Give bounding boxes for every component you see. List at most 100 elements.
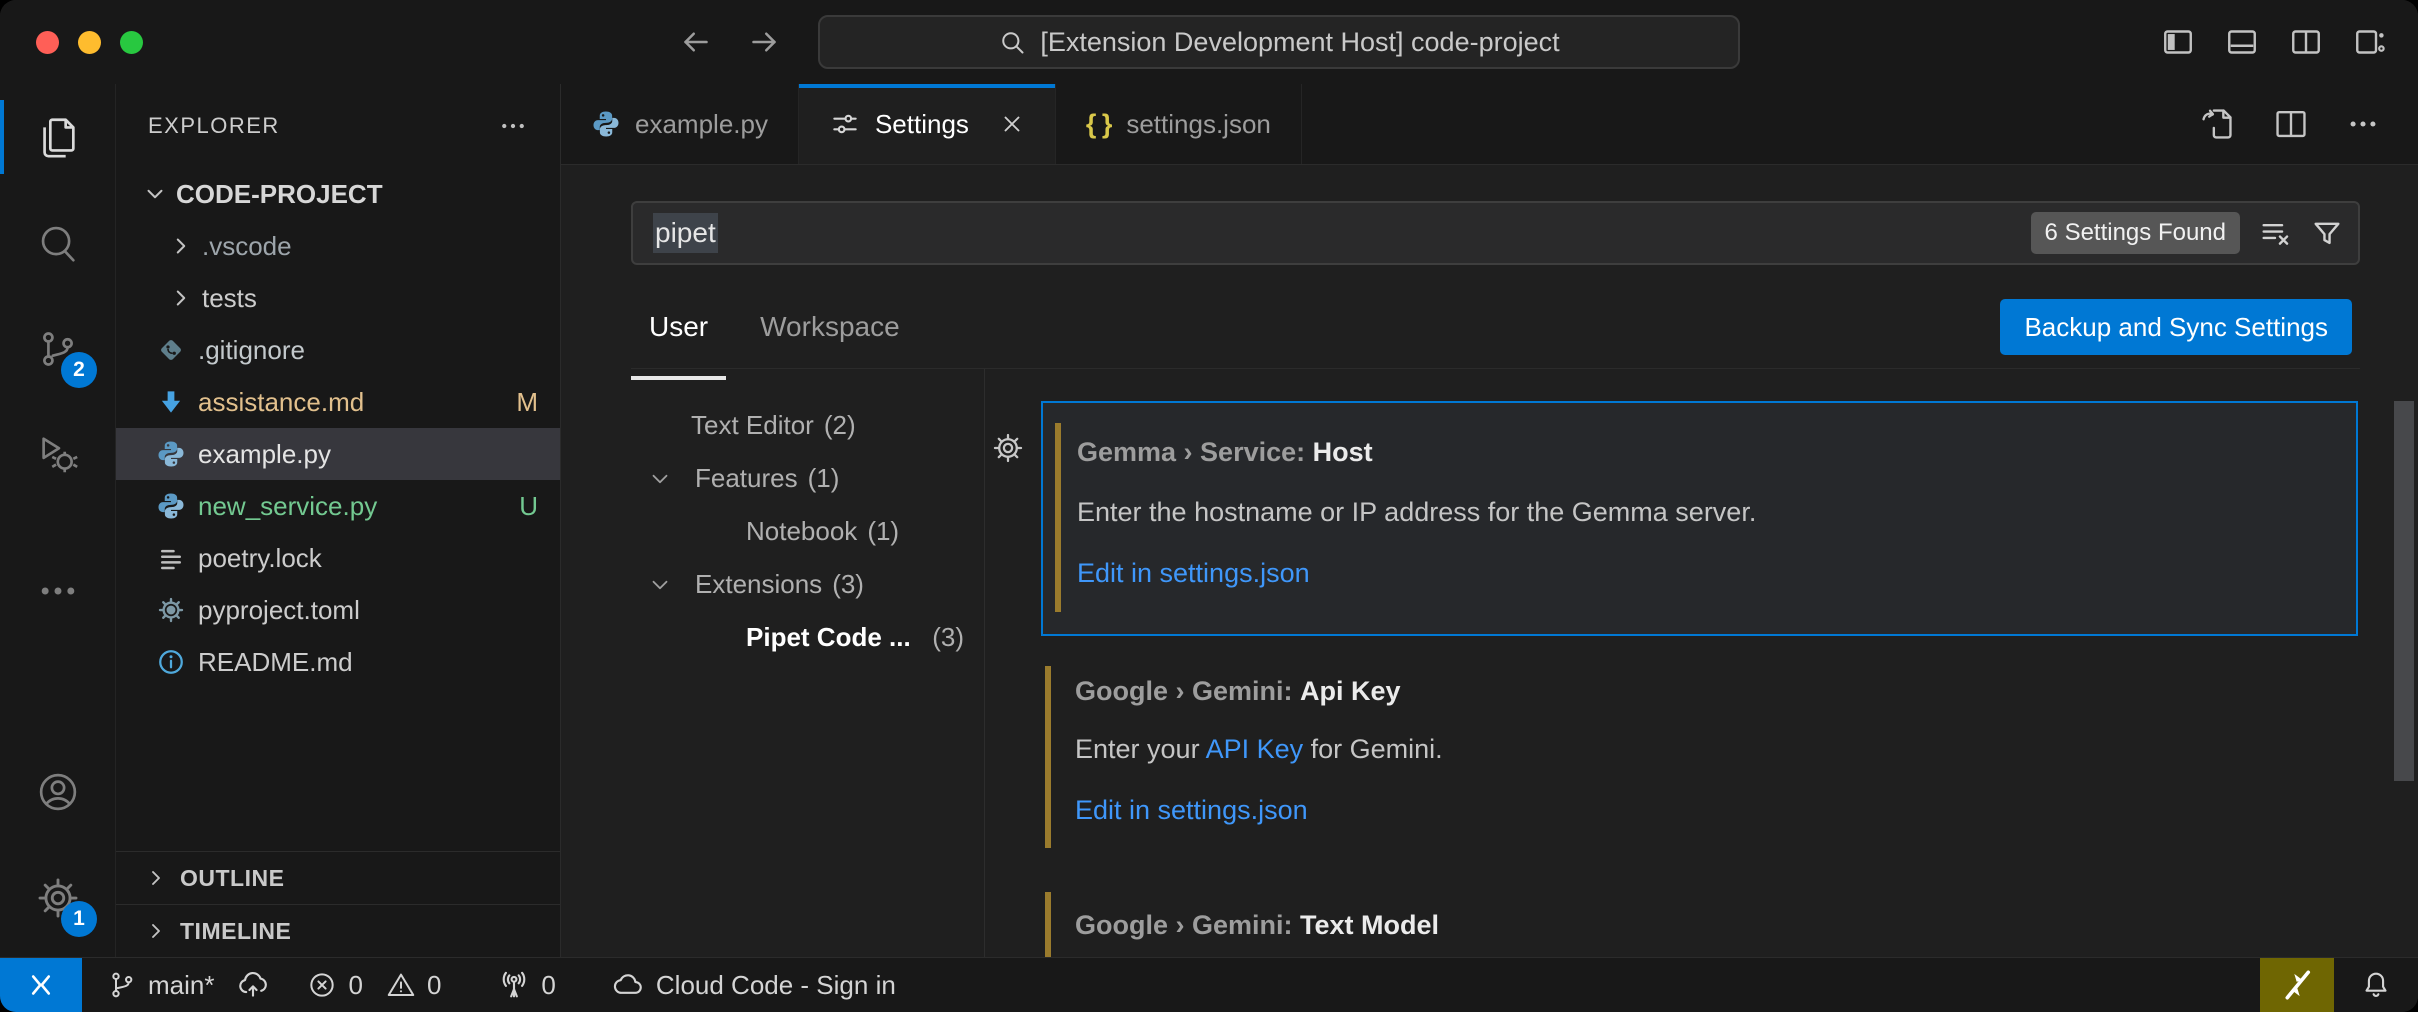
file-row-gitignore[interactable]: .gitignore <box>116 324 560 376</box>
python-file-icon <box>591 109 621 139</box>
status-bar: main* 0 0 0 Cloud Code - Sign i <box>0 957 2418 1012</box>
git-status-badge: M <box>516 387 538 418</box>
branch-status-item[interactable]: main* <box>106 968 270 1002</box>
tab-label: settings.json <box>1126 109 1271 140</box>
git-file-icon <box>156 335 186 365</box>
back-arrow-icon[interactable] <box>678 24 714 60</box>
forward-arrow-icon[interactable] <box>746 24 782 60</box>
cloud-code-status-item[interactable]: Cloud Code - Sign in <box>612 968 896 1002</box>
toggle-sidebar-icon[interactable] <box>2160 24 2196 60</box>
explorer-activity-icon[interactable] <box>0 84 115 190</box>
chevron-right-icon <box>144 866 168 890</box>
python-file-icon <box>156 439 186 469</box>
api-key-link[interactable]: API Key <box>1206 734 1304 764</box>
notifications-bell-icon[interactable] <box>2334 968 2418 1002</box>
sync-changes-icon[interactable] <box>236 968 270 1002</box>
minimize-window-button[interactable] <box>78 31 101 54</box>
run-debug-activity-icon[interactable] <box>0 402 115 508</box>
clear-search-icon[interactable] <box>2258 216 2292 250</box>
activity-bar: 2 1 <box>0 84 115 957</box>
search-query-text: pipet <box>653 213 718 253</box>
title-bar: [Extension Development Host] code-projec… <box>0 0 2418 84</box>
tree-root-row[interactable]: CODE-PROJECT <box>116 168 560 220</box>
explorer-sidebar: EXPLORER CODE-PROJECT .vscode tests <box>115 84 560 957</box>
scope-tab-workspace[interactable]: Workspace <box>760 311 900 361</box>
toggle-panel-icon[interactable] <box>2224 24 2260 60</box>
timeline-label: TIMELINE <box>180 918 291 945</box>
toc-item-features[interactable]: Features (1) <box>561 452 984 505</box>
file-row-poetry-lock[interactable]: poetry.lock <box>116 532 560 584</box>
split-editor-icon[interactable] <box>2272 105 2310 143</box>
markdown-file-icon <box>156 387 186 417</box>
edit-settings-json-link[interactable]: Edit in settings.json <box>1075 795 1308 826</box>
file-row-readme[interactable]: README.md <box>116 636 560 688</box>
additional-views-icon[interactable] <box>0 546 115 636</box>
close-window-button[interactable] <box>36 31 59 54</box>
tab-example-py[interactable]: example.py <box>561 84 799 164</box>
vertical-scrollbar[interactable] <box>2394 401 2414 781</box>
filter-icon[interactable] <box>2310 216 2344 250</box>
manage-badge: 1 <box>61 901 97 937</box>
customize-layout-icon[interactable] <box>2352 24 2388 60</box>
toc-item-text-editor[interactable]: Text Editor (2) <box>561 399 984 452</box>
flash-off-status-item[interactable] <box>2260 958 2334 1012</box>
problems-status-item[interactable]: 0 0 <box>306 969 441 1001</box>
broadcast-count: 0 <box>541 970 555 1001</box>
setting-item-gemma-host[interactable]: Gemma › Service: Host Enter the hostname… <box>1041 401 2358 636</box>
zoom-window-button[interactable] <box>120 31 143 54</box>
edit-settings-json-link[interactable]: Edit in settings.json <box>1077 558 1310 589</box>
vscode-window: [Extension Development Host] code-projec… <box>0 0 2418 1012</box>
toc-item-pipet-code[interactable]: Pipet Code ... (3) <box>561 611 984 664</box>
warning-count: 0 <box>427 970 441 1001</box>
toc-item-extensions[interactable]: Extensions (3) <box>561 558 984 611</box>
file-row-pyproject[interactable]: pyproject.toml <box>116 584 560 636</box>
file-row-example-selected[interactable]: example.py <box>116 428 560 480</box>
command-center-search[interactable]: [Extension Development Host] code-projec… <box>818 15 1740 69</box>
chevron-right-icon <box>168 233 194 259</box>
toc-item-notebook[interactable]: Notebook (1) <box>561 505 984 558</box>
broadcast-status-item[interactable]: 0 <box>497 968 555 1002</box>
folder-row-vscode[interactable]: .vscode <box>116 220 560 272</box>
lock-file-icon <box>156 543 186 573</box>
broadcast-tower-icon <box>497 968 531 1002</box>
folder-label: tests <box>202 283 257 314</box>
file-row-assistance[interactable]: assistance.md M <box>116 376 560 428</box>
close-tab-icon[interactable] <box>999 111 1025 137</box>
search-activity-icon[interactable] <box>0 190 115 296</box>
info-file-icon <box>156 647 186 677</box>
tab-bar: example.py Settings { } settings.json <box>561 84 2418 165</box>
more-actions-icon[interactable] <box>2346 107 2380 141</box>
file-row-new-service[interactable]: new_service.py U <box>116 480 560 532</box>
settings-editor: pipet 6 Settings Found User Workspace <box>561 165 2418 957</box>
explorer-more-actions-icon[interactable] <box>498 111 528 141</box>
editor-group: example.py Settings { } settings.json <box>560 84 2418 957</box>
folder-row-tests[interactable]: tests <box>116 272 560 324</box>
root-folder-label: CODE-PROJECT <box>176 179 383 210</box>
outline-section-header[interactable]: OUTLINE <box>116 851 560 904</box>
tab-settings-active[interactable]: Settings <box>799 84 1056 164</box>
file-label: .gitignore <box>198 335 305 366</box>
source-control-activity-icon[interactable]: 2 <box>0 296 115 402</box>
chevron-down-icon <box>142 181 168 207</box>
setting-item-gemini-api-key[interactable]: Google › Gemini: Api Key Enter your API … <box>1041 652 2358 877</box>
tab-settings-json[interactable]: { } settings.json <box>1056 84 1302 164</box>
settings-toc: Text Editor (2) Features (1) Notebook (1… <box>561 369 984 664</box>
file-label: example.py <box>198 439 331 470</box>
git-status-badge: U <box>519 491 538 522</box>
accounts-icon[interactable] <box>0 739 115 845</box>
open-settings-json-icon[interactable] <box>2198 105 2236 143</box>
warning-icon <box>385 969 417 1001</box>
settings-search-input[interactable]: pipet 6 Settings Found <box>631 201 2360 265</box>
scope-tab-user[interactable]: User <box>649 311 708 361</box>
setting-item-gemini-text-model[interactable]: Google › Gemini: Text Model <box>1041 892 2358 957</box>
backup-sync-button[interactable]: Backup and Sync Settings <box>2000 299 2352 355</box>
manage-gear-icon[interactable]: 1 <box>0 845 115 951</box>
remote-indicator[interactable] <box>0 958 82 1012</box>
settings-content: Text Editor (2) Features (1) Notebook (1… <box>561 369 2418 957</box>
timeline-section-header[interactable]: TIMELINE <box>116 904 560 957</box>
cloud-code-label: Cloud Code - Sign in <box>656 970 896 1001</box>
modified-indicator <box>1055 423 1061 612</box>
setting-gear-icon[interactable] <box>991 431 1025 465</box>
settings-sliders-icon <box>829 108 861 140</box>
split-layout-icon[interactable] <box>2288 24 2324 60</box>
